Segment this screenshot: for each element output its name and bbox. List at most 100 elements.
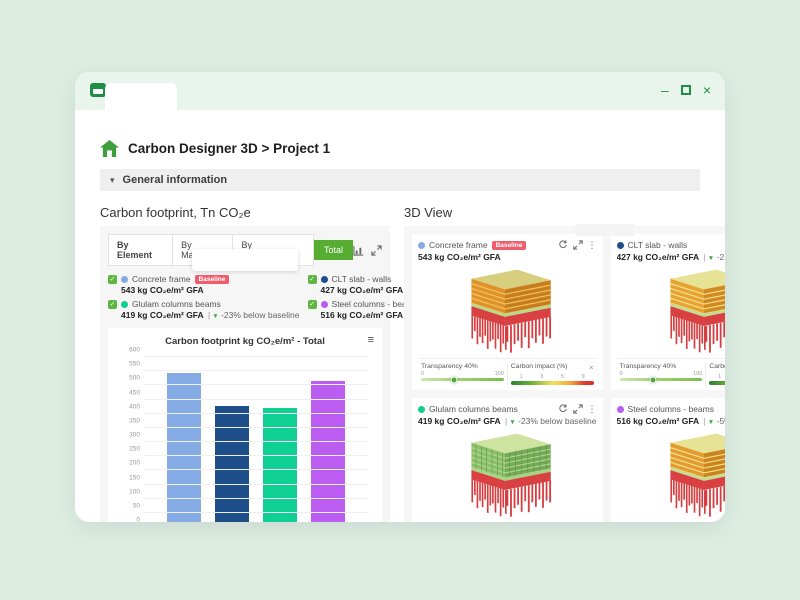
- down-arrow-icon: ▼: [708, 419, 714, 426]
- building-3d-model[interactable]: [617, 265, 725, 355]
- legend-checkbox[interactable]: ✓: [308, 300, 317, 309]
- slider-knob[interactable]: [451, 376, 458, 383]
- legend-delta: -23% below baseline: [221, 310, 299, 320]
- series-color-dot: [321, 301, 328, 308]
- y-axis-tick: 450: [116, 389, 140, 396]
- gridline: [144, 484, 368, 485]
- gridline: [144, 455, 368, 456]
- baseline-badge: Baseline: [492, 241, 527, 250]
- impact-gradient-bar: [511, 381, 594, 385]
- carbon-impact-scale: Carbon impact (%) × 1359: [507, 362, 597, 386]
- kebab-menu-icon[interactable]: ⋮: [588, 240, 597, 250]
- chevron-down-icon: ▾: [110, 175, 115, 186]
- card-delta: -21% below baseline: [717, 252, 725, 262]
- slider-max-label: 100: [693, 371, 702, 377]
- expand-icon[interactable]: [371, 245, 382, 256]
- breadcrumb[interactable]: Carbon Designer 3D > Project 1: [100, 140, 700, 157]
- minimize-icon[interactable]: –: [661, 81, 669, 99]
- down-arrow-icon: ▼: [212, 313, 218, 320]
- app-window: – × Carbon Designer 3D > Project 1 ▾ Gen…: [75, 72, 725, 522]
- slider-min-label: 0: [421, 371, 424, 377]
- legend-value: 419 kg CO₂e/m² GFA: [121, 310, 204, 320]
- y-axis-tick: 550: [116, 361, 140, 368]
- chart-menu-icon[interactable]: ≡: [368, 334, 374, 346]
- y-axis-tick: 400: [116, 403, 140, 410]
- card-label: CLT slab - walls: [628, 240, 688, 250]
- 3d-view-card-glulam: Glulam columns beams ⋮ 419 kg CO₂e/m² GF…: [412, 398, 603, 522]
- impact-tick: 1: [520, 374, 523, 380]
- close-icon[interactable]: ×: [589, 363, 593, 372]
- legend-item-glulam: ✓ Glulam columns beams 419 kg CO₂e/m² GF…: [108, 299, 300, 320]
- chart-plot: 050100150200250300350400450500550600: [144, 357, 368, 522]
- legend-checkbox[interactable]: ✓: [108, 300, 117, 309]
- building-3d-model[interactable]: [418, 265, 597, 355]
- card-label: Glulam columns beams: [429, 404, 518, 414]
- legend-label: Concrete frame: [132, 274, 191, 284]
- series-color-dot: [418, 406, 425, 413]
- close-icon[interactable]: ×: [703, 81, 711, 99]
- general-information-toggle[interactable]: ▾ General information: [100, 169, 700, 191]
- y-axis-tick: 150: [116, 474, 140, 481]
- building-3d-model[interactable]: [617, 429, 725, 519]
- impact-label: Carbon impact (%): [709, 363, 725, 372]
- carbon-impact-scale: Carbon impact (%)× 1359: [705, 362, 725, 386]
- bar-steel-columns-beams: [311, 381, 345, 522]
- loading-placeholder: [575, 224, 635, 236]
- building-3d-model[interactable]: [418, 429, 597, 519]
- card-value: 419 kg CO₂e/m² GFA: [418, 416, 501, 426]
- 3d-view-card-concrete: Concrete frame Baseline ⋮ 543 kg CO₂e/m²…: [412, 234, 603, 390]
- gridline: [144, 469, 368, 470]
- gridline: [144, 399, 368, 400]
- total-button[interactable]: Total: [314, 240, 353, 260]
- legend-value: 543 kg CO₂e/m² GFA: [121, 285, 204, 295]
- impact-label: Carbon impact (%): [511, 363, 568, 372]
- 3d-view-card-clt: CLT slab - walls ⋮ 427 kg CO₂e/m² GFA |▼…: [611, 234, 725, 390]
- bar-chart-card: Carbon footprint kg CO₂e/m² - Total ≡ 05…: [108, 328, 382, 522]
- impact-gradient-bar: [709, 381, 725, 385]
- chart-settings-icon[interactable]: [353, 245, 364, 256]
- carbon-footprint-panel: By Element By Material By Classification…: [100, 226, 390, 522]
- transparency-label: Transparency 40%: [421, 363, 478, 370]
- browser-tab[interactable]: [105, 83, 177, 110]
- browser-app-icon: [90, 83, 106, 97]
- y-axis-tick: 250: [116, 446, 140, 453]
- kebab-menu-icon[interactable]: ⋮: [588, 404, 597, 414]
- series-color-dot: [418, 242, 425, 249]
- 3d-view-panel: Concrete frame Baseline ⋮ 543 kg CO₂e/m²…: [404, 226, 725, 522]
- slider-min-label: 0: [620, 371, 623, 377]
- legend-value: 516 kg CO₂e/m² GFA: [321, 310, 404, 320]
- card-label: Steel columns - beams: [628, 404, 714, 414]
- legend-checkbox[interactable]: ✓: [308, 275, 317, 284]
- gridline: [144, 370, 368, 371]
- gridline: [144, 427, 368, 428]
- legend-label: Glulam columns beams: [132, 299, 221, 309]
- impact-tick-labels: 1359: [511, 374, 594, 380]
- card-delta: -5% below baseline: [717, 416, 725, 426]
- expand-icon[interactable]: [573, 404, 583, 414]
- home-icon[interactable]: [100, 140, 119, 157]
- gridline: [144, 356, 368, 357]
- transparency-slider[interactable]: [620, 378, 703, 381]
- rotate-icon[interactable]: [558, 240, 568, 250]
- card-label: Concrete frame: [429, 240, 488, 250]
- y-axis-tick: 200: [116, 460, 140, 467]
- legend-item-concrete-frame: ✓ Concrete frame Baseline 543 kg CO₂e/m²…: [108, 274, 300, 295]
- expand-icon[interactable]: [573, 240, 583, 250]
- impact-tick: 5: [561, 374, 564, 380]
- transparency-slider[interactable]: [421, 378, 504, 381]
- transparency-control: Transparency 40% 0 100: [617, 362, 706, 386]
- legend-checkbox[interactable]: ✓: [108, 275, 117, 284]
- slider-knob[interactable]: [649, 376, 656, 383]
- tab-by-element[interactable]: By Element: [108, 234, 173, 266]
- y-axis-tick: 50: [116, 502, 140, 509]
- y-axis-tick: 300: [116, 432, 140, 439]
- chart-title: Carbon footprint kg CO₂e/m² - Total: [116, 336, 374, 347]
- transparency-label: Transparency 40%: [620, 363, 677, 370]
- maximize-icon[interactable]: [681, 85, 691, 95]
- carbon-footprint-title: Carbon footprint, Tn CO₂e: [100, 205, 390, 220]
- general-information-label: General information: [123, 174, 228, 186]
- rotate-icon[interactable]: [558, 404, 568, 414]
- y-axis-tick: 600: [116, 347, 140, 354]
- legend-label: CLT slab - walls: [332, 274, 392, 284]
- 3d-view-card-steel: Steel columns - beams ⋮ 516 kg CO₂e/m² G…: [611, 398, 725, 522]
